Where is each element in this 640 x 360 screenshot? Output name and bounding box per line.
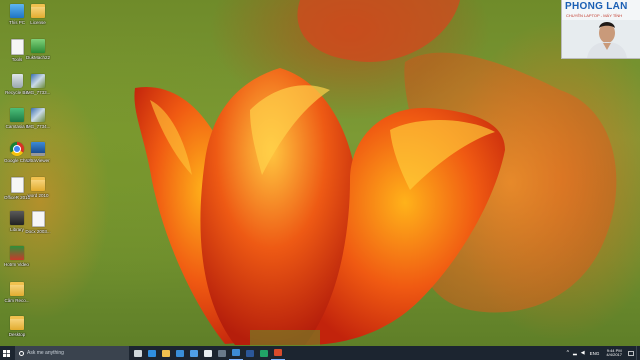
desktop-icon-label: Hotrm Video Converter	[4, 262, 30, 267]
chevron-up-icon[interactable]: ^	[567, 350, 569, 356]
volume-icon[interactable]: ◀	[581, 350, 585, 356]
desktop-icon-desktop-folder[interactable]: Desktop	[4, 316, 30, 337]
dark-app-icon	[10, 211, 24, 225]
mail-icon	[190, 349, 198, 357]
folder-icon	[31, 4, 45, 18]
photos-icon	[204, 349, 212, 357]
excel-icon	[260, 349, 268, 357]
webcam-overlay: PHONG LAN CHUYÊN LAPTOP - MÁY TÍNH	[561, 0, 640, 59]
document-icon	[31, 211, 45, 227]
desktop-icon-license[interactable]: License	[25, 4, 51, 25]
desktop: This PC License Tools DukMach22 Recycle Bin I…	[0, 0, 640, 346]
language-indicator[interactable]: ENG	[590, 351, 600, 356]
system-tray: ^ ▂ ◀ ENG 9:44 PM 4/4/2017	[565, 346, 640, 360]
desktop-icon-label: IMG_7733...	[25, 90, 51, 95]
chrome-icon	[10, 142, 24, 156]
document-icon	[10, 39, 24, 55]
desktop-icon-label: Docx 2003...	[25, 229, 51, 234]
desktop-icon-dukmach[interactable]: DukMach22	[25, 39, 51, 60]
taskbar-button-store[interactable]	[173, 346, 187, 360]
start-button[interactable]	[0, 346, 13, 360]
taskbar-button-app-dark[interactable]	[215, 346, 229, 360]
word-icon	[246, 349, 254, 357]
file-explorer-icon	[162, 349, 170, 357]
task-view-icon	[134, 349, 142, 357]
desktop-icon-label: IMG_7734...	[25, 124, 51, 129]
desktop-icon-img1[interactable]: IMG_7733...	[25, 74, 51, 95]
notification-icon	[628, 350, 634, 356]
taskbar-button-file-explorer[interactable]	[159, 346, 173, 360]
clock[interactable]: 9:44 PM 4/4/2017	[606, 348, 622, 358]
desktop-icon-label: UltraViewer	[26, 158, 50, 163]
desktop-icon-label: License	[30, 20, 46, 25]
search-icon	[19, 350, 24, 356]
desktop-icon-label: Desktop	[8, 332, 26, 337]
camtasia-icon	[274, 349, 282, 356]
photo-icon	[31, 74, 45, 88]
desktop-icon-label: DukMach22	[25, 55, 50, 60]
windows-logo-icon	[3, 349, 10, 357]
recycle-bin-icon	[11, 74, 23, 88]
desktop-icon-label: word 2010	[27, 193, 49, 198]
action-center-button[interactable]	[626, 346, 636, 360]
webcam-brand-subtitle: CHUYÊN LAPTOP - MÁY TÍNH	[566, 13, 623, 18]
taskbar-button-photos[interactable]	[201, 346, 215, 360]
desktop-icon-camfolder[interactable]: Câm Reco...	[4, 282, 30, 303]
tulip-wallpaper	[134, 0, 617, 346]
app-green-icon	[31, 39, 45, 53]
taskbar: Ask me anything ^ ▂ ◀ ENG 9:44 PM 4/4/20…	[0, 346, 640, 360]
taskbar-button-ultraviewer[interactable]	[229, 346, 243, 360]
search-placeholder: Ask me anything	[27, 350, 64, 356]
taskbar-button-excel[interactable]	[257, 346, 271, 360]
webcam-brand-logo: PHONG LAN	[565, 1, 628, 12]
converter-icon	[10, 246, 24, 260]
desktop-icon-ultraviewer[interactable]: UltraViewer	[25, 142, 51, 163]
network-icon[interactable]: ▂	[573, 350, 577, 356]
desktop-icon-converter[interactable]: Hotrm Video Converter	[4, 246, 30, 267]
taskbar-button-task-view[interactable]	[131, 346, 145, 360]
taskbar-button-word[interactable]	[243, 346, 257, 360]
folder-icon	[31, 177, 45, 191]
taskbar-button-camtasia[interactable]	[271, 346, 285, 360]
taskbar-button-mail[interactable]	[187, 346, 201, 360]
folder-icon	[10, 282, 24, 296]
monitor-icon	[31, 142, 45, 156]
clock-date: 4/4/2017	[606, 352, 622, 357]
desktop-icon-label: Câm Reco...	[4, 298, 30, 303]
edge-icon	[148, 349, 156, 357]
photo-icon	[31, 108, 45, 122]
folder-icon	[10, 316, 24, 330]
taskbar-button-edge[interactable]	[145, 346, 159, 360]
desktop-icon-img2[interactable]: IMG_7734...	[25, 108, 51, 129]
desktop-icon-word-doc[interactable]: Docx 2003...	[25, 211, 51, 234]
app-dark-icon	[218, 349, 226, 357]
desktop-icon-word2010[interactable]: word 2010	[25, 177, 51, 198]
store-icon	[176, 349, 184, 357]
ultraviewer-icon	[232, 349, 240, 356]
pc-icon	[10, 4, 24, 18]
taskbar-apps	[131, 346, 285, 360]
show-desktop-button[interactable]	[636, 346, 640, 360]
camtasia-icon	[10, 108, 24, 122]
cortana-search-box[interactable]: Ask me anything	[15, 346, 129, 360]
document-icon	[10, 177, 24, 193]
